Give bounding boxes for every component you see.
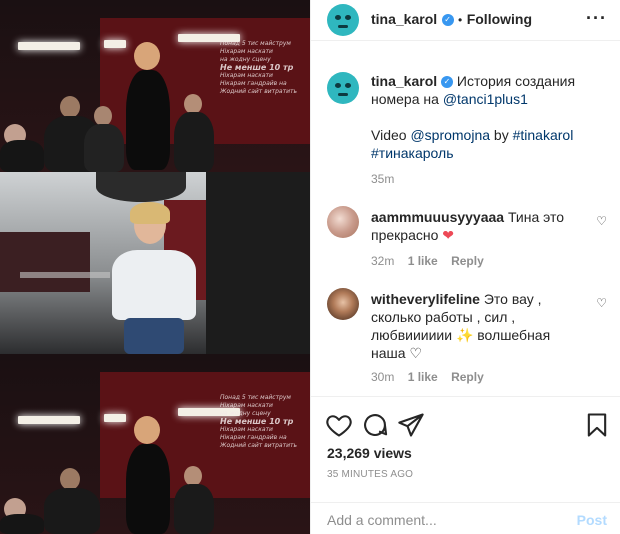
light-sign [104, 40, 126, 48]
hashtag-link[interactable]: #тинакароль [371, 144, 591, 162]
view-count[interactable]: 23,269 views [327, 445, 412, 461]
heart-icon[interactable] [325, 411, 353, 439]
stage-lights [20, 272, 110, 278]
video-frame-bottom: Понад 5 тис майструм Ніхарам наскати на … [0, 354, 310, 534]
comment-text: aammmuuusyyyaaa Тина это прекрасно ❤ [371, 208, 591, 244]
avatar-mouth [338, 25, 348, 28]
like-comment-icon[interactable]: ♡ [596, 296, 607, 310]
more-options-icon[interactable]: ··· [586, 8, 607, 29]
comment-likes[interactable]: 1 like [408, 254, 438, 268]
dancer-body [44, 488, 100, 534]
singer-body [126, 70, 170, 170]
caption-time[interactable]: 35m [371, 172, 394, 186]
dancer-head [60, 96, 80, 118]
singer-head [134, 42, 160, 70]
video-frame-middle [0, 172, 310, 354]
header-user-line: tina_karol ✓ • Following [371, 11, 532, 29]
comment-item: witheverylifeline Это вау , сколько рабо… [327, 288, 607, 388]
bookmark-icon[interactable] [583, 411, 611, 439]
light-sign [18, 42, 80, 50]
comment-meta: 32m 1 like Reply [371, 254, 494, 268]
header-username[interactable]: tina_karol [371, 11, 437, 27]
light-sign [104, 414, 126, 422]
dancer-body [174, 484, 214, 534]
wall-text: Понад 5 тис майструм Ніхарам наскати на … [220, 394, 298, 449]
stage-background [0, 232, 90, 292]
dancer-head [184, 94, 202, 114]
share-icon[interactable] [397, 411, 425, 439]
dancer-body [84, 124, 124, 172]
credit-mention[interactable]: @spromojna [410, 127, 490, 143]
comments-list[interactable]: tina_karol ✓ История создания номера на … [311, 58, 620, 396]
light-sign [18, 416, 80, 424]
hashtag-link[interactable]: #tinakarol [513, 127, 574, 143]
caption-text: tina_karol ✓ История создания номера на … [371, 72, 591, 162]
heart-emoji: ❤ [442, 227, 454, 243]
avatar-eye [345, 83, 351, 88]
dark-object [96, 172, 186, 202]
caption-username[interactable]: tina_karol [371, 73, 437, 89]
comment-item: aammmuuusyyyaaa Тина это прекрасно ❤ ♡ 3… [327, 206, 607, 276]
following-button[interactable]: Following [467, 11, 532, 27]
instagram-post-view: Понад 5 тис майструм Ніхарам наскати на … [0, 0, 620, 534]
post-header: tina_karol ✓ • Following ··· [311, 0, 620, 41]
comment-icon[interactable] [361, 411, 389, 439]
post-timestamp[interactable]: 35 MINUTES AGO [327, 469, 413, 480]
dancer-body [0, 514, 44, 534]
reply-button[interactable]: Reply [451, 254, 484, 268]
comment-input[interactable] [327, 511, 557, 529]
singer-jeans [124, 318, 184, 354]
caption-credit: Video @spromojna by #tinakarol [371, 126, 591, 144]
dancer-body [0, 140, 44, 172]
comment-username[interactable]: aammmuuusyyyaaa [371, 209, 504, 225]
caption-mention[interactable]: @tanci1plus1 [443, 91, 528, 107]
comment-meta: 30m 1 like Reply [371, 370, 494, 384]
avatar[interactable] [327, 288, 359, 320]
comment-likes[interactable]: 1 like [408, 370, 438, 384]
comment-time[interactable]: 30m [371, 370, 394, 384]
sparkles-emoji: ✨ [455, 327, 474, 343]
singer-body [126, 444, 170, 534]
avatar-eye [335, 15, 341, 20]
avatar-mouth [338, 93, 348, 96]
post-video[interactable]: Понад 5 тис майструм Ніхарам наскати на … [0, 0, 310, 534]
post-actions: 23,269 views 35 MINUTES AGO [311, 396, 620, 502]
black-curtain [206, 172, 310, 354]
avatar[interactable] [327, 206, 359, 238]
dancer-head [60, 468, 80, 490]
white-heart-emoji: ♡ [409, 345, 422, 361]
post-button[interactable]: Post [577, 512, 607, 528]
add-comment-bar: Post [311, 502, 620, 534]
credit-by: by [493, 127, 509, 143]
reply-button[interactable]: Reply [451, 370, 484, 384]
avatar[interactable] [327, 4, 359, 36]
wall-text: Понад 5 тис майструм Ніхарам наскати на … [220, 40, 298, 95]
post-side-panel: tina_karol ✓ • Following ··· tina_karol … [310, 0, 620, 534]
avatar-eye [345, 15, 351, 20]
caption: tina_karol ✓ История создания номера на … [327, 72, 607, 192]
video-frame-top: Понад 5 тис майструм Ніхарам наскати на … [0, 0, 310, 172]
dancer-head [94, 106, 112, 126]
singer-head [134, 416, 160, 444]
verified-icon: ✓ [441, 76, 454, 89]
avatar[interactable] [327, 72, 359, 104]
avatar-eye [335, 83, 341, 88]
comment-time[interactable]: 32m [371, 254, 394, 268]
separator-dot: • [458, 13, 463, 27]
dancer-body [174, 112, 214, 172]
caption-meta: 35m [371, 172, 404, 186]
like-comment-icon[interactable]: ♡ [596, 214, 607, 228]
singer-hair [130, 202, 170, 224]
comment-text: witheverylifeline Это вау , сколько рабо… [371, 290, 561, 362]
credit-prefix: Video [371, 127, 407, 143]
comment-username[interactable]: witheverylifeline [371, 291, 480, 307]
singer-shirt [112, 250, 196, 320]
verified-icon: ✓ [441, 13, 454, 26]
dancer-head [184, 466, 202, 486]
